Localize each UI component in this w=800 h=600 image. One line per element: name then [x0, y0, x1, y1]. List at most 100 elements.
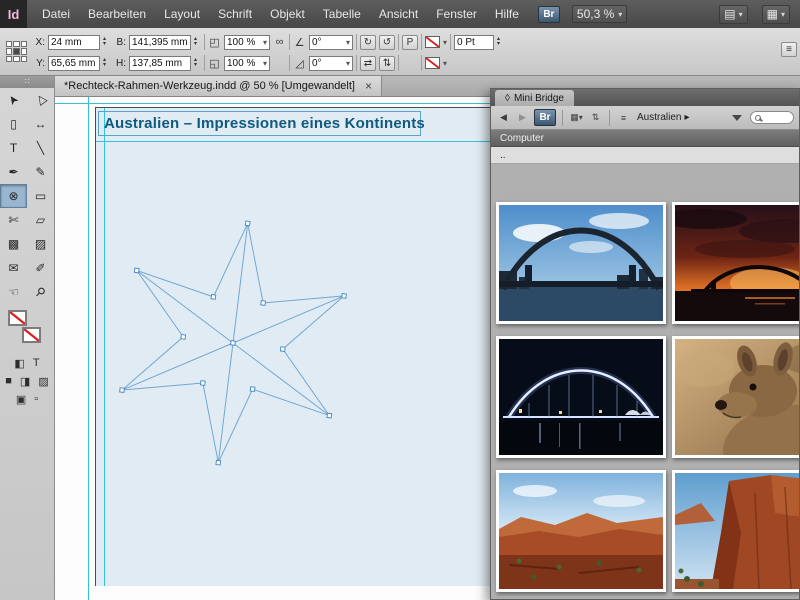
chevron-down-icon[interactable]: ▾	[263, 38, 267, 47]
fill-none-swatch[interactable]	[425, 36, 440, 48]
gradient-swatch-tool[interactable]: ▩	[0, 232, 27, 256]
line-tool[interactable]: ╲	[27, 136, 54, 160]
thumbnail-harbour-bridge-sunset[interactable]	[672, 202, 799, 324]
y-stepper[interactable]: ▴ ▾	[103, 58, 110, 68]
pen-tool[interactable]: ✒	[0, 160, 27, 184]
stepper-down-icon[interactable]: ▾	[103, 63, 110, 68]
close-tab-icon[interactable]: ×	[365, 79, 372, 93]
selection-tool[interactable]: ➤	[0, 88, 27, 112]
eyedropper-tool[interactable]: ✐	[27, 256, 54, 280]
width-input[interactable]	[132, 36, 188, 49]
page-tool[interactable]: ▯	[0, 112, 27, 136]
direct-selection-tool[interactable]: ▷	[27, 88, 54, 112]
sort-button[interactable]: ⇅	[588, 110, 603, 126]
hand-tool[interactable]: ☜	[0, 280, 27, 304]
menu-datei[interactable]: Datei	[33, 0, 79, 28]
menu-hilfe[interactable]: Hilfe	[486, 0, 528, 28]
scale-y-input[interactable]	[227, 57, 263, 70]
menu-schrift[interactable]: Schrift	[209, 0, 261, 28]
free-transform-tool[interactable]: ▱	[27, 208, 54, 232]
control-panel-menu-button[interactable]: ≡	[781, 42, 797, 57]
width-stepper[interactable]: ▴ ▾	[194, 37, 201, 47]
stepper-down-icon[interactable]: ▾	[497, 42, 504, 47]
menu-layout[interactable]: Layout	[155, 0, 209, 28]
height-stepper[interactable]: ▴ ▾	[194, 58, 201, 68]
shear-field[interactable]: ▾	[309, 56, 353, 71]
apply-none-button[interactable]: ▨	[38, 375, 48, 388]
thumbnail-kangaroo-closeup[interactable]	[672, 336, 799, 458]
stroke-weight-input[interactable]	[457, 36, 491, 49]
type-tool[interactable]: T	[0, 136, 27, 160]
scale-x-input[interactable]	[227, 36, 263, 49]
y-position-input[interactable]	[51, 57, 97, 70]
view-mode-button[interactable]: ▦ ▾	[569, 110, 584, 126]
formatting-affects-container-button[interactable]: ◧	[14, 357, 24, 370]
stepper-down-icon[interactable]: ▾	[103, 42, 110, 47]
width-field[interactable]	[129, 35, 191, 50]
gradient-feather-tool[interactable]: ▨	[27, 232, 54, 256]
shear-input[interactable]	[312, 57, 346, 70]
stepper-down-icon[interactable]: ▾	[194, 42, 201, 47]
x-position-input[interactable]	[51, 36, 97, 49]
x-stepper[interactable]: ▴ ▾	[103, 37, 110, 47]
gap-tool[interactable]: ↔	[27, 112, 54, 136]
thumbnail-red-rock-formation[interactable]	[672, 470, 799, 592]
ruler-guide-vertical[interactable]	[88, 97, 89, 600]
computer-path-bar[interactable]: Computer	[491, 130, 799, 147]
rotation-input[interactable]	[312, 36, 346, 49]
screen-mode-button[interactable]: ▣	[16, 393, 26, 406]
height-field[interactable]	[129, 56, 191, 71]
thumbnail-outback-canyon[interactable]	[496, 470, 666, 592]
note-tool[interactable]: ✉	[0, 256, 27, 280]
apply-color-button[interactable]: ■	[5, 375, 12, 388]
chevron-down-icon[interactable]: ▾	[443, 59, 447, 68]
constrain-scale-link-icon[interactable]: ∞	[273, 36, 286, 48]
navigation-list-icon[interactable]: ≡	[616, 110, 631, 126]
open-bridge-button[interactable]: Br	[534, 109, 556, 126]
view-options-button[interactable]: ▤ ▾	[719, 5, 747, 24]
breadcrumb-folder-label[interactable]: Australien	[637, 112, 681, 123]
stroke-color-swatch[interactable]	[22, 327, 41, 343]
stroke-none-swatch[interactable]	[425, 57, 440, 69]
scale-y-field[interactable]: ▾	[224, 56, 270, 71]
chevron-down-icon[interactable]: ▾	[346, 38, 350, 47]
mini-bridge-tab[interactable]: ◊ Mini Bridge	[495, 90, 574, 106]
paragraph-formatting-button[interactable]: P	[402, 35, 418, 50]
headline-text-frame[interactable]: Australien – Impressionen eines Kontinen…	[98, 111, 421, 136]
y-position-field[interactable]	[48, 56, 100, 71]
menu-bearbeiten[interactable]: Bearbeiten	[79, 0, 155, 28]
menu-ansicht[interactable]: Ansicht	[370, 0, 427, 28]
thumbnail-sydney-harbour-bridge-night[interactable]	[496, 336, 666, 458]
rotation-field[interactable]: ▾	[309, 35, 353, 50]
rectangle-tool[interactable]: ▭	[27, 184, 54, 208]
forward-button[interactable]: ▶	[515, 110, 530, 126]
menu-fenster[interactable]: Fenster	[427, 0, 486, 28]
flip-horizontal-button[interactable]: ⇄	[360, 56, 376, 71]
workspace-switcher-button[interactable]: ▦ ▾	[762, 5, 790, 24]
star-polygon-object[interactable]	[83, 193, 384, 494]
chevron-down-icon[interactable]: ▾	[346, 59, 350, 68]
ellipse-frame-tool[interactable]: ⊗	[0, 184, 27, 208]
back-button[interactable]: ◀	[496, 110, 511, 126]
document-tab[interactable]: *Rechteck-Rahmen-Werkzeug.indd @ 50 % [U…	[55, 76, 382, 96]
stroke-weight-field[interactable]	[454, 35, 494, 50]
preview-mode-button[interactable]: ▫	[34, 393, 38, 406]
x-position-field[interactable]	[48, 35, 100, 50]
formatting-affects-text-button[interactable]: T	[33, 357, 40, 370]
pencil-tool[interactable]: ✎	[27, 160, 54, 184]
bridge-button[interactable]: Br	[538, 6, 560, 23]
fill-color-swatch[interactable]	[8, 310, 27, 326]
reference-point-proxy[interactable]	[6, 41, 27, 62]
scissors-tool[interactable]: ✄	[0, 208, 27, 232]
tools-panel-grip[interactable]: ∷	[0, 76, 54, 88]
filter-button[interactable]	[729, 110, 744, 126]
parent-folder-item[interactable]: ..	[491, 147, 799, 164]
zoom-tool[interactable]: ⚲	[27, 280, 54, 304]
apply-gradient-button[interactable]: ◨	[20, 375, 30, 388]
chevron-down-icon[interactable]: ▾	[263, 59, 267, 68]
stepper-down-icon[interactable]: ▾	[194, 63, 201, 68]
menu-tabelle[interactable]: Tabelle	[314, 0, 370, 28]
flip-vertical-button[interactable]: ⇅	[379, 56, 395, 71]
breadcrumb[interactable]: Australien ▸	[635, 112, 692, 123]
zoom-level-control[interactable]: 50,3 % ▾	[572, 5, 627, 23]
